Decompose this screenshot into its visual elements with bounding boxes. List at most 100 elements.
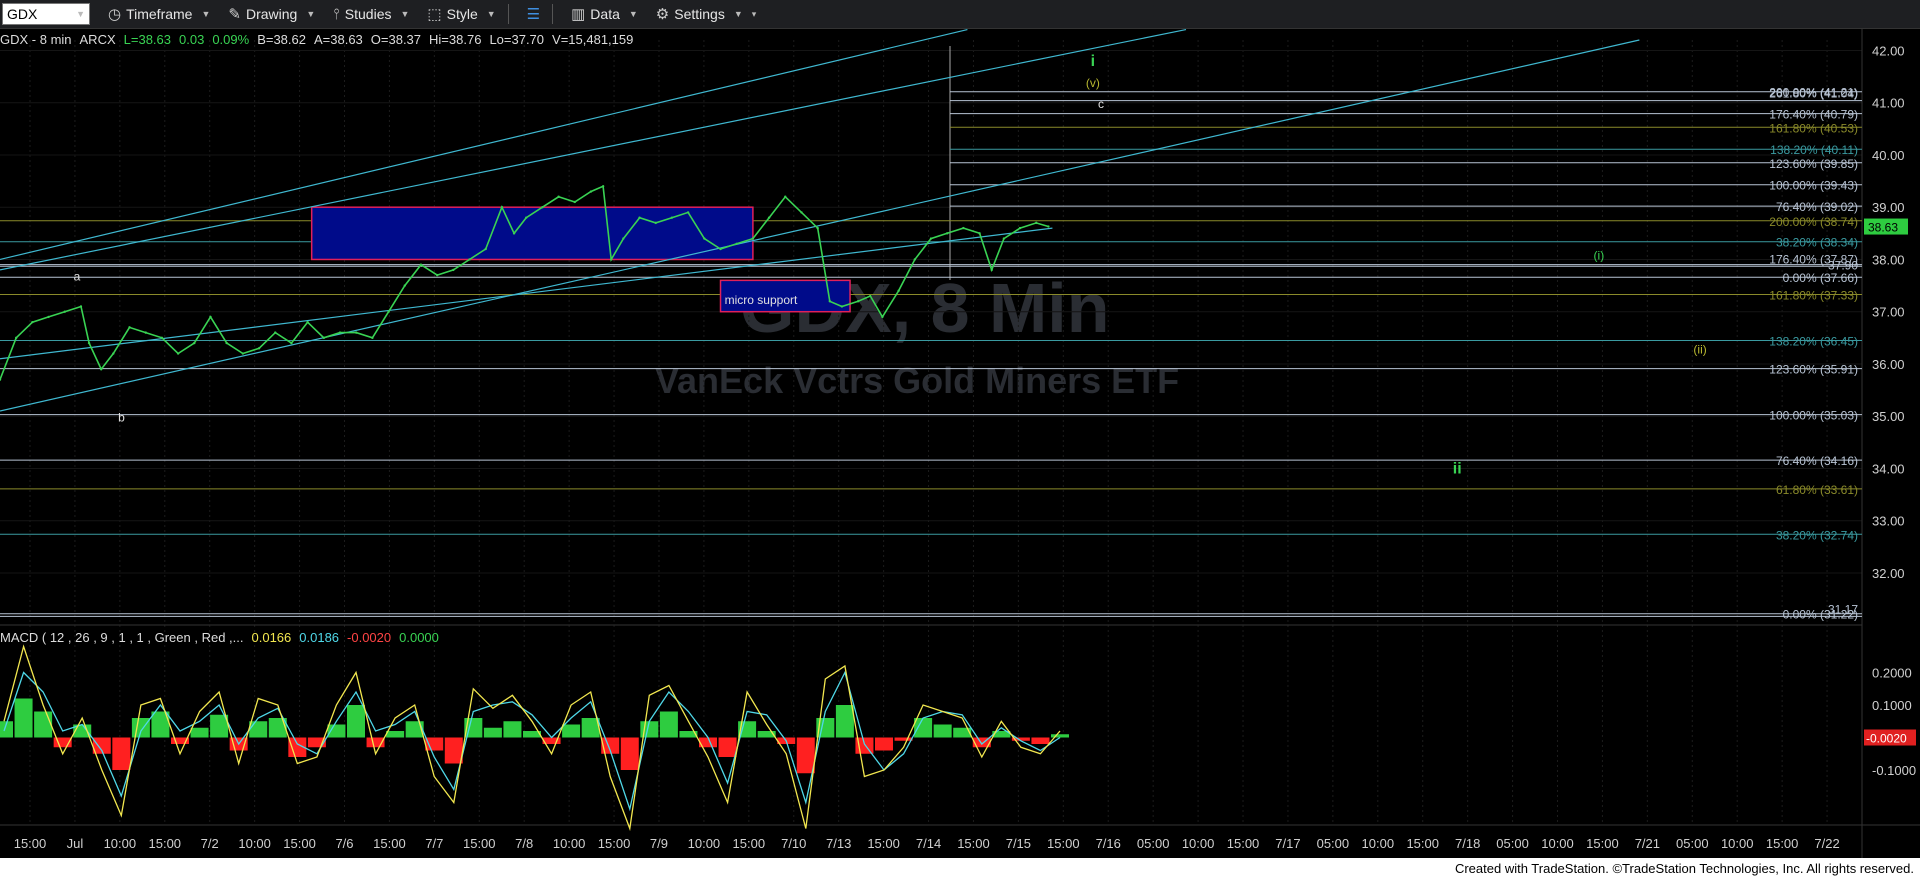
macd-tick-label: 0.2000	[1872, 666, 1912, 681]
price-point	[670, 216, 674, 219]
price-point	[589, 190, 593, 193]
price-point	[828, 300, 832, 303]
price-point	[31, 320, 34, 324]
fib-level-label: 76.40% (39.02)	[1776, 200, 1858, 214]
y-tick-label: 41.00	[1872, 96, 1905, 111]
fib-level-label: 76.40% (34.16)	[1776, 454, 1858, 468]
y-tick-label: 39.00	[1872, 200, 1905, 215]
macd-histogram-bar	[1051, 734, 1069, 738]
wave-annotation: (v)	[1086, 76, 1100, 90]
x-tick-label: 7/17	[1275, 836, 1300, 851]
x-tick-label: 15:00	[733, 836, 766, 851]
x-tick-label: 15:00	[149, 836, 182, 851]
macd-hist-value: -0.0020	[347, 630, 392, 645]
y-tick-label: 33.00	[1872, 514, 1905, 529]
price-point	[387, 310, 390, 313]
wave-annotation: micro support	[725, 293, 798, 307]
y-tick-label: 42.00	[1872, 43, 1905, 58]
fib-level-label: 161.80% (37.33)	[1769, 288, 1858, 302]
fib-level-label: 200.00% (38.74)	[1769, 215, 1858, 229]
macd-zero-value: 0.0000	[399, 630, 439, 645]
macd-histogram-bar	[131, 718, 150, 738]
x-tick-label: 10:00	[1541, 836, 1574, 851]
macd-histogram-bar	[933, 724, 952, 738]
fib-level-label: 123.60% (35.91)	[1769, 363, 1858, 377]
x-tick-label: 7/15	[1006, 836, 1031, 851]
x-tick-label: 15:00	[283, 836, 316, 851]
price-point	[484, 247, 487, 251]
price-point	[257, 347, 261, 350]
fib-level-label: 161.80% (40.53)	[1769, 121, 1858, 135]
current-price-label: 38.63	[1868, 221, 1898, 235]
x-tick-label: 7/16	[1096, 836, 1121, 851]
y-tick-label: 38.00	[1872, 252, 1905, 267]
price-point	[1035, 221, 1038, 225]
x-tick-label: 15:00	[1766, 836, 1799, 851]
price-point	[355, 331, 358, 334]
price-point	[541, 206, 544, 209]
macd-histogram-bar	[112, 737, 131, 770]
price-point	[573, 200, 576, 204]
x-tick-label: 15:00	[14, 836, 47, 851]
price-point	[322, 336, 326, 340]
x-tick-label: 10:00	[1362, 836, 1395, 851]
x-tick-label: 05:00	[1496, 836, 1529, 851]
price-point	[419, 263, 423, 266]
wave-annotation: ii	[1453, 461, 1462, 478]
fib-level-label: 138.20% (36.45)	[1769, 334, 1858, 348]
price-point	[79, 305, 83, 308]
macd-histogram-bar	[718, 737, 737, 757]
fib-level-label: 31.17	[1828, 602, 1858, 616]
price-chart[interactable]: 15:00 Jul 10:00 15:00 7/2 10:00 15:00 7/6 15:00 7…	[0, 0, 1920, 858]
macd-tick-label: -0.1000	[1872, 763, 1916, 778]
x-tick-label: 15:00	[373, 836, 406, 851]
price-point	[856, 300, 860, 303]
macd-histogram-bar	[14, 698, 33, 738]
wave-annotation: b	[118, 410, 125, 424]
x-tick-label: 7/22	[1814, 836, 1839, 851]
macd-tick-label: 0.1000	[1872, 698, 1912, 713]
x-tick-label: 15:00	[1406, 836, 1439, 851]
price-point	[160, 336, 164, 340]
price-point	[144, 331, 147, 334]
price-point	[913, 258, 917, 261]
fib-level-label: 0.00% (37.66)	[1783, 271, 1858, 285]
macd-histogram-bar	[620, 737, 639, 770]
macd-histogram-bar	[796, 737, 815, 774]
x-tick-label: 7/13	[826, 836, 851, 851]
price-point	[929, 237, 933, 240]
macd-histogram-bar	[34, 711, 53, 738]
x-tick-label: 10:00	[104, 836, 137, 851]
macd-value: 0.0166	[251, 630, 292, 645]
price-point	[990, 268, 993, 272]
x-tick-label: 05:00	[1317, 836, 1350, 851]
x-tick-label: 10:00	[238, 836, 271, 851]
price-point	[610, 258, 613, 261]
price-point	[290, 341, 293, 345]
price-point	[193, 341, 196, 345]
wave-annotation: c	[1098, 97, 1104, 111]
price-point	[112, 352, 115, 355]
fib-level-label: 38.20% (32.74)	[1776, 528, 1858, 542]
macd-histogram-bar	[894, 737, 913, 741]
x-tick-label: 10:00	[688, 836, 721, 851]
price-point	[99, 367, 103, 371]
macd-histogram-bar	[659, 711, 678, 738]
price-point	[816, 226, 819, 230]
price-point	[654, 221, 657, 225]
price-point	[241, 352, 245, 355]
macd-label: MACD ( 12 , 26 , 9 , 1 , 1 , Green , Red…	[0, 630, 244, 645]
x-tick-label: 7/6	[335, 836, 353, 851]
y-tick-label: 36.00	[1872, 357, 1905, 372]
price-point	[371, 336, 374, 340]
y-tick-label: 35.00	[1872, 409, 1905, 424]
price-point	[735, 242, 738, 245]
price-point	[945, 232, 949, 235]
wave-annotation: (ii)	[1693, 343, 1706, 357]
y-tick-label: 37.00	[1872, 305, 1905, 320]
x-tick-label: 7/14	[916, 836, 941, 851]
price-point	[128, 326, 131, 329]
macd-histogram-bar	[347, 705, 365, 738]
price-point	[306, 320, 309, 324]
macd-legend: MACD ( 12 , 26 , 9 , 1 , 1 , Green , Red…	[0, 630, 439, 645]
